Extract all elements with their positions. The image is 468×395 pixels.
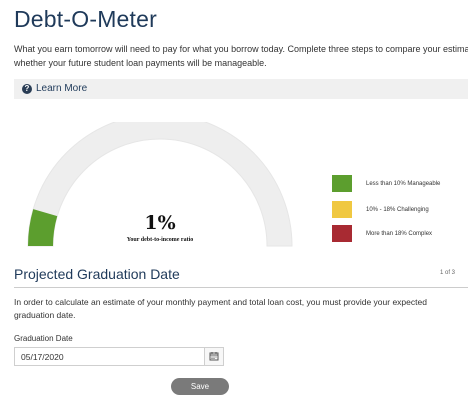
question-circle-icon: ? — [22, 84, 32, 94]
step-counter: 1 of 3 — [440, 270, 456, 276]
legend-swatch-manageable — [332, 175, 352, 192]
graduation-date-label: Graduation Date — [14, 334, 73, 343]
page-title: Debt-O-Meter — [14, 6, 157, 32]
calendar-button[interactable] — [204, 347, 224, 366]
calendar-icon — [209, 352, 219, 361]
section-divider — [14, 287, 468, 288]
gauge-value: 1% — [144, 212, 176, 234]
legend-swatch-challenging — [332, 201, 352, 218]
save-button[interactable]: Save — [171, 378, 229, 395]
learn-more-label: Learn More — [36, 83, 88, 94]
learn-more-toggle[interactable]: ? Learn More — [14, 79, 468, 99]
legend-label-challenging: 10% - 18% Challenging — [366, 207, 429, 213]
section-description: In order to calculate an estimate of you… — [14, 297, 427, 320]
legend-label-manageable: Less than 10% Manageable — [366, 181, 441, 187]
legend-label-complex: More than 18% Complex — [366, 231, 433, 237]
gauge-caption: Your debt-to-income ratio — [126, 237, 194, 243]
section-title: Projected Graduation Date — [14, 266, 180, 282]
intro-text: What you earn tomorrow will need to pay … — [14, 44, 468, 68]
legend-swatch-complex — [332, 225, 352, 242]
graduation-date-input[interactable] — [14, 347, 206, 366]
